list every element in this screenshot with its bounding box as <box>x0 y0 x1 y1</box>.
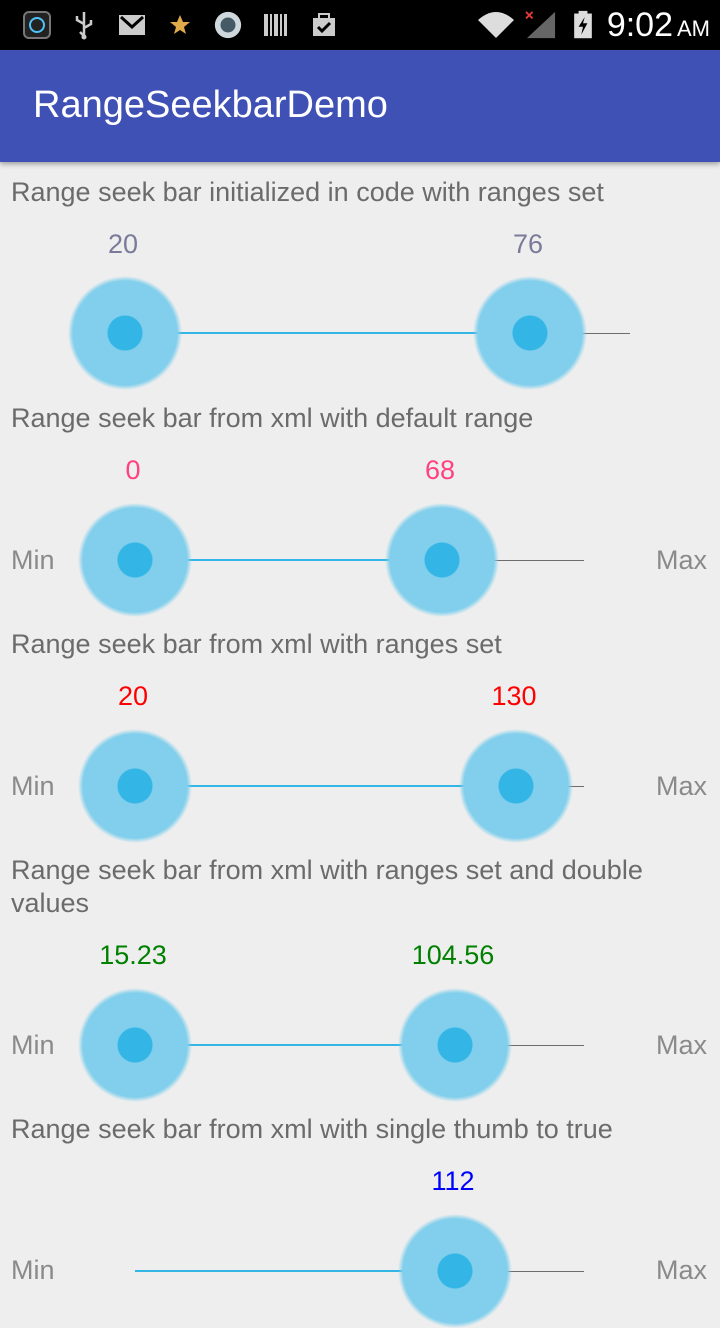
max-text: Max <box>656 771 708 801</box>
max-thumb[interactable] <box>385 503 499 617</box>
max-thumb[interactable] <box>459 729 573 843</box>
max-value-label: 68 <box>424 455 456 485</box>
battery-charging-icon <box>574 10 592 39</box>
single-thumb[interactable] <box>398 1214 512 1328</box>
section-label: Range seek bar from xml with ranges set <box>11 629 502 659</box>
max-value-label: 104.56 <box>411 940 495 970</box>
section-label: Range seek bar from xml with default ran… <box>11 403 534 433</box>
max-text: Max <box>656 545 708 575</box>
max-thumb[interactable] <box>398 988 512 1102</box>
min-value-label: 20 <box>117 681 149 711</box>
max-value-label: 76 <box>512 229 544 259</box>
max-thumb[interactable] <box>473 276 587 390</box>
min-text: Min <box>11 1030 55 1060</box>
min-thumb[interactable] <box>78 988 192 1102</box>
min-text: Min <box>11 1255 55 1285</box>
task-done-icon <box>313 13 335 36</box>
min-value-label: 15.23 <box>99 940 167 970</box>
max-text: Max <box>656 1255 708 1285</box>
min-thumb[interactable] <box>78 503 192 617</box>
avatar-notification-icon <box>214 11 242 39</box>
app-bar: RangeSeekbarDemo <box>0 50 720 162</box>
min-value-label: 20 <box>107 229 139 259</box>
section-label: Range seek bar from xml with ranges set … <box>11 855 643 918</box>
usb-icon <box>75 12 93 40</box>
min-value-label: 0 <box>125 455 141 485</box>
star-icon <box>170 15 190 34</box>
status-bar: 9:02 AM <box>0 0 720 50</box>
section-label: Range seek bar initialized in code with … <box>11 177 604 207</box>
min-thumb[interactable] <box>68 276 182 390</box>
min-thumb[interactable] <box>78 729 192 843</box>
section-label: Range seek bar from xml with single thum… <box>11 1114 613 1144</box>
min-text: Min <box>11 545 55 575</box>
barcode-icon <box>264 14 287 36</box>
range-track-selected <box>125 332 530 334</box>
signal-icon <box>525 11 556 39</box>
max-text: Max <box>656 1030 708 1060</box>
max-value-label: 130 <box>491 681 537 711</box>
app-title: RangeSeekbarDemo <box>33 84 388 126</box>
min-text: Min <box>11 771 55 801</box>
wifi-icon <box>478 12 514 38</box>
app-notification-icon <box>23 11 51 39</box>
gmail-icon <box>119 15 145 35</box>
value-label: 112 <box>431 1166 475 1196</box>
clock: 9:02 AM <box>606 6 710 44</box>
